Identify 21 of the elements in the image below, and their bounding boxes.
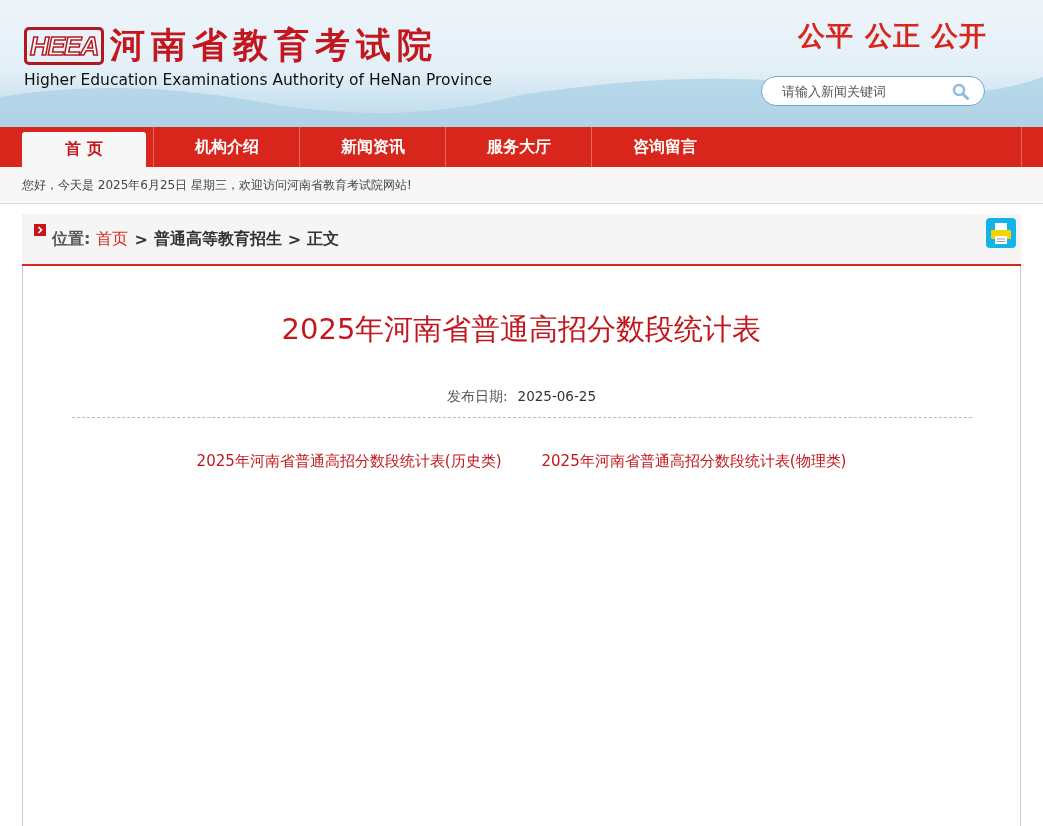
- logo-mark: HEEA: [24, 26, 105, 65]
- slogan: 公平 公正 公开: [798, 19, 987, 53]
- search-field[interactable]: 请输入新闻关键词: [760, 76, 985, 106]
- search-icon[interactable]: [951, 83, 969, 100]
- breadcrumb-item: 普通高等教育招生: [153, 228, 282, 250]
- breadcrumb-label: 位置:: [52, 228, 91, 250]
- chevron-icon: [34, 224, 46, 236]
- article-title: 2025年河南省普通高招分数段统计表: [281, 311, 762, 348]
- breadcrumb-separator: >: [134, 229, 148, 249]
- publish-date: 2025-06-25: [517, 388, 596, 406]
- date-label: 发布日期:: [447, 388, 508, 406]
- breadcrumb-item: 正文: [307, 228, 340, 250]
- nav-tab[interactable]: 首 页: [22, 132, 146, 167]
- site-title: 河南省教育考试院: [110, 24, 439, 67]
- breadcrumb-link[interactable]: 首页: [96, 228, 129, 250]
- breadcrumb-separator: >: [287, 229, 302, 249]
- print-icon[interactable]: [986, 218, 1016, 248]
- attachment-link[interactable]: 2025年河南省普通高招分数段统计表(物理类): [541, 452, 847, 471]
- greeting-text: 您好，今天是 2025年6月25日 星期三，欢迎访问河南省教育考试院网站!: [0, 167, 1043, 204]
- attachment-link[interactable]: 2025年河南省普通高招分数段统计表(历史类): [196, 452, 502, 471]
- site-subtitle: Higher Education Examinations Authority of HeNan Province: [24, 71, 492, 89]
